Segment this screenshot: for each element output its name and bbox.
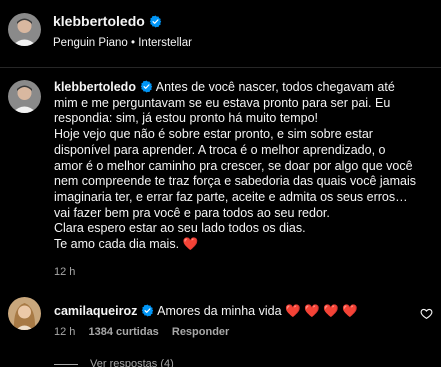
verified-badge-icon: [140, 80, 153, 93]
view-replies-label[interactable]: Ver respostas (4): [90, 358, 174, 367]
author-avatar[interactable]: [8, 13, 41, 46]
verified-badge-icon: [141, 304, 154, 317]
caption-text: klebbertoledo Antes de você nascer, todo…: [54, 80, 429, 253]
heart-emoji: ❤️: [182, 237, 199, 252]
caption-line: mim e me perguntavam se eu estava pronto…: [54, 95, 391, 110]
caption-line: nem compreende te traz força e sabedoria…: [54, 174, 416, 189]
caption-line: imaginaria ter, e errar faz parte, aceit…: [54, 189, 408, 204]
caption-line: amor é o melhor caminho pra crescer, se …: [54, 158, 413, 173]
caption-line: Antes de você nascer, todos chegavam até: [155, 80, 395, 94]
replies-line-divider: [54, 363, 78, 365]
comment-timestamp: 12 h: [54, 326, 76, 338]
header-username[interactable]: klebbertoledo: [53, 13, 145, 29]
comment-text: Amores da minha vida: [157, 304, 282, 318]
caption-line: vai fazer bem pra você e para todos ao s…: [54, 205, 330, 220]
caption-line: respondia: sim, já estou pronto há muito…: [54, 111, 319, 126]
hearts-emoji: ❤️ ❤️ ❤️ ❤️: [285, 304, 358, 318]
caption-line: Te amo cada dia mais.: [54, 237, 180, 252]
commenter-avatar[interactable]: [8, 297, 41, 330]
header-divider: [0, 67, 441, 68]
reply-button[interactable]: Responder: [172, 326, 229, 338]
verified-badge-icon: [149, 15, 162, 28]
comment-likes-count[interactable]: 1384 curtidas: [88, 326, 158, 338]
comment-text-line: camilaqueiroz Amores da minha vida ❤️ ❤️…: [54, 304, 358, 319]
caption-timestamp: 12 h: [54, 266, 76, 278]
caption-line: Clara espero estar ao seu lado todos os …: [54, 221, 306, 236]
caption-author-avatar[interactable]: [8, 80, 41, 113]
caption-line: disponível para aprender. A troca é o me…: [54, 142, 386, 157]
view-replies-button[interactable]: Ver respostas (4): [54, 358, 174, 367]
comment-meta: 12 h 1384 curtidas Responder: [54, 326, 239, 338]
caption-line: Hoje vejo que não é sobre estar pronto, …: [54, 127, 373, 142]
caption-username[interactable]: klebbertoledo: [54, 80, 136, 94]
audio-track[interactable]: Penguin Piano • Interstellar: [53, 37, 192, 49]
post-header: klebbertoledo Penguin Piano • Interstell…: [0, 0, 441, 68]
comment-username[interactable]: camilaqueiroz: [54, 304, 137, 318]
heart-outline-icon[interactable]: [420, 307, 433, 320]
